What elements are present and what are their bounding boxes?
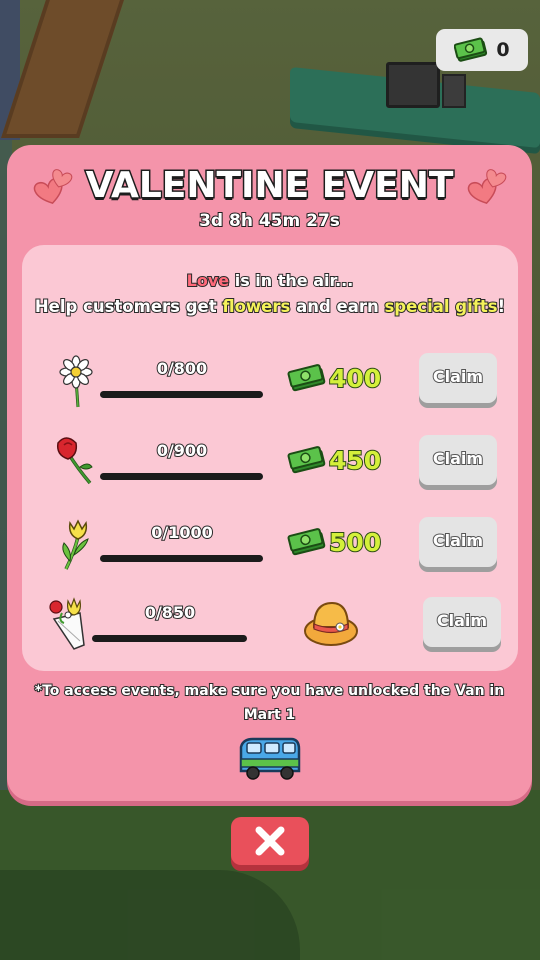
progress-text: 0/800	[156, 358, 208, 379]
tagline-love: Love	[186, 270, 230, 291]
cash-reward: 400	[287, 363, 382, 394]
valentine-event-panel: VALENTINE EVENT 3d 8h 45m 27s Love is in…	[7, 145, 532, 801]
reward-amount: 450	[328, 445, 382, 476]
bouquet-icon	[49, 597, 85, 650]
currency-display: 0	[436, 29, 528, 71]
progress-bar	[100, 391, 263, 398]
reward-amount: 400	[328, 363, 382, 394]
straw-hat-icon	[304, 601, 358, 646]
progress-bar	[100, 555, 263, 562]
tulip-icon	[62, 519, 89, 570]
daisy-icon	[59, 355, 93, 408]
tagline-line-2: Help customers get flowers and earn spec…	[22, 296, 518, 317]
claim-button[interactable]: Claim	[419, 435, 497, 485]
progress-text: 0/850	[144, 602, 196, 623]
tagline-text: Help customers get	[34, 296, 223, 317]
progress-text: 0/1000	[150, 522, 214, 543]
tagline-line-1: Love is in the air...	[22, 270, 518, 291]
event-timer: 3d 8h 45m 27s	[198, 210, 341, 232]
progress-bar	[92, 635, 247, 642]
close-icon	[255, 826, 285, 856]
event-content-box: Love is in the air... Help customers get…	[22, 245, 518, 671]
cash-icon	[287, 527, 327, 557]
close-button[interactable]	[231, 817, 309, 865]
progress-text: 0/900	[156, 440, 208, 461]
event-requirement-note: *To access events, make sure you have un…	[17, 679, 522, 727]
claim-button[interactable]: Claim	[419, 517, 497, 567]
cash-icon	[287, 445, 327, 475]
reward-row: 0/850 Claim	[22, 597, 518, 667]
note-line-2: Mart 1	[243, 706, 297, 724]
claim-button[interactable]: Claim	[419, 353, 497, 403]
event-title: VALENTINE EVENT	[84, 164, 455, 208]
rose-icon	[56, 437, 93, 485]
claim-button[interactable]: Claim	[423, 597, 501, 647]
tagline-flowers: flowers	[221, 296, 291, 317]
cash-icon	[454, 37, 488, 63]
tagline-text: and earn	[290, 296, 385, 317]
cash-icon	[287, 363, 327, 393]
note-line-1: *To access events, make sure you have un…	[34, 682, 505, 700]
currency-amount: 0	[496, 39, 510, 61]
reward-row: 0/1000 500 Claim	[22, 517, 518, 587]
tagline-rest: is in the air...	[229, 270, 355, 291]
tagline-text: !	[497, 296, 506, 317]
reward-amount: 500	[328, 527, 382, 558]
reward-row: 0/900 450 Claim	[22, 435, 518, 505]
cash-reward: 450	[287, 445, 382, 476]
cash-reward: 500	[287, 527, 382, 558]
progress-bar	[100, 473, 263, 480]
tagline-gifts: special gifts	[383, 296, 498, 317]
reward-row: 0/800 400 Claim	[22, 353, 518, 423]
van-icon	[239, 737, 301, 780]
